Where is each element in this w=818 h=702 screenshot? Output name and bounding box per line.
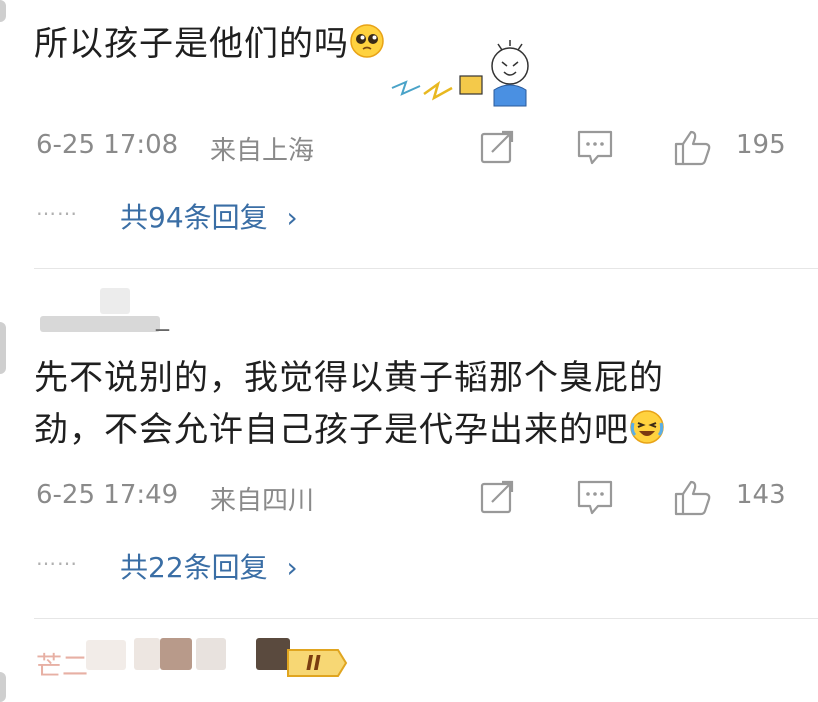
username-partial: 芒二: [36, 652, 89, 682]
replies-count-label: 共22条回复: [120, 551, 268, 584]
username-blurred: [40, 316, 160, 332]
like-count: 143: [736, 480, 786, 510]
like-icon[interactable]: [672, 128, 716, 168]
reply-dots: ……: [36, 196, 78, 220]
pleading-face-icon: [349, 22, 385, 74]
comment-text: 先不说别的，我觉得以黄子韬那个臭屁的 劲，不会允许自己孩子是代孕出来的吧: [34, 352, 665, 460]
divider: [34, 268, 818, 269]
view-replies-link[interactable]: 共22条回复 ›: [120, 546, 298, 586]
comment-text-line: 先不说别的，我觉得以黄子韬那个臭屁的: [34, 358, 664, 398]
comment-time: 6-25 17:49: [36, 480, 179, 510]
level-badge: II: [286, 648, 348, 678]
comment-location: 来自上海: [210, 136, 315, 166]
laughing-crying-face-icon: [629, 408, 665, 460]
comment-location: 来自四川: [210, 486, 315, 516]
chevron-right-icon: ›: [286, 201, 298, 234]
comment-text-line-2: 劲，不会允许自己孩子是代孕出来的吧: [34, 404, 665, 460]
view-replies-link[interactable]: 共94条回复 ›: [120, 196, 298, 236]
comment-icon[interactable]: [574, 478, 618, 518]
username-blurred: [196, 638, 226, 670]
replies-count-label: 共94条回复: [120, 201, 268, 234]
divider: [34, 618, 818, 619]
username-blurred: [134, 638, 160, 670]
cartoon-sticker: [386, 32, 536, 110]
comment-text-content: 所以孩子是他们的吗: [34, 24, 349, 64]
like-icon[interactable]: [672, 478, 716, 518]
avatar-blurred: [100, 288, 130, 314]
comment-icon[interactable]: [574, 128, 618, 168]
avatar-blurred: [256, 638, 290, 670]
share-icon[interactable]: [476, 128, 520, 168]
comment-text-line2-content: 劲，不会允许自己孩子是代孕出来的吧: [34, 410, 629, 450]
avatar-edge: [0, 322, 6, 374]
comment-time: 6-25 17:08: [36, 130, 179, 160]
username-blurred: [86, 640, 126, 670]
comment-meta: 6-25 17:49 来自四川 143: [36, 478, 796, 518]
chevron-right-icon: ›: [286, 551, 298, 584]
username-suffix: _: [156, 302, 169, 332]
comment-text: 所以孩子是他们的吗: [34, 18, 385, 74]
reply-dots: ……: [36, 546, 78, 570]
avatar-edge: [0, 672, 6, 702]
like-count: 195: [736, 130, 786, 160]
comment-meta: 6-25 17:08 来自上海 195: [36, 128, 796, 168]
share-icon[interactable]: [476, 478, 520, 518]
username-blurred: [160, 638, 192, 670]
avatar-edge: [0, 0, 6, 22]
level-badge-text: II: [306, 651, 321, 675]
